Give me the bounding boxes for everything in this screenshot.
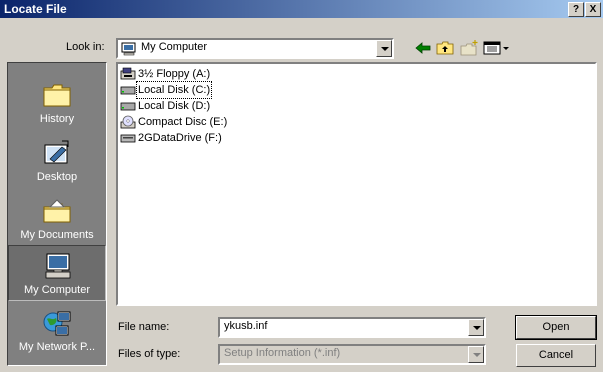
help-button[interactable]: ? xyxy=(568,2,584,17)
look-in-label-text: Look in: xyxy=(66,41,105,53)
open-button[interactable]: Open xyxy=(515,315,597,340)
my-documents-icon xyxy=(43,199,71,223)
cancel-button[interactable]: Cancel xyxy=(516,344,596,367)
place-my-network-label: My Network P... xyxy=(18,341,96,353)
place-my-computer-label: My Computer xyxy=(23,284,91,296)
file-type-label: Files of type: xyxy=(118,348,181,360)
file-list[interactable]: 3½ Floppy (A:) Local Disk (C:) Local Dis… xyxy=(116,62,597,306)
look-in-dropdown[interactable]: My Computer xyxy=(116,38,394,59)
place-my-network[interactable]: My Network P... xyxy=(8,303,106,361)
hard-disk-icon xyxy=(120,86,136,95)
history-folder-icon xyxy=(43,84,71,107)
desktop-icon xyxy=(44,140,69,164)
file-name-label: File name: xyxy=(118,321,170,333)
places-bar: History Desktop My Documents My Computer… xyxy=(7,62,107,366)
file-name-dropdown-arrow[interactable] xyxy=(468,319,484,336)
look-in-value: My Computer xyxy=(141,41,208,53)
removable-drive-icon xyxy=(120,134,136,143)
file-type-dropdown[interactable]: Setup Information (*.inf) xyxy=(218,344,486,365)
look-in-dropdown-arrow[interactable] xyxy=(376,40,392,57)
place-desktop-label: Desktop xyxy=(36,171,78,183)
view-menu-icon[interactable] xyxy=(482,39,512,57)
network-places-icon xyxy=(43,311,71,336)
place-history[interactable]: History xyxy=(8,75,106,133)
place-history-label: History xyxy=(39,113,75,125)
back-arrow-icon[interactable] xyxy=(412,39,434,57)
cd-drive-icon xyxy=(120,115,136,129)
list-item-label: Local Disk (C:) xyxy=(135,81,213,99)
hard-disk-icon xyxy=(120,102,136,111)
list-item-label: 2GDataDrive (F:) xyxy=(138,132,222,144)
close-button[interactable]: X xyxy=(585,2,601,17)
locate-file-dialog: Locate File ? X Look in: My Computer His… xyxy=(0,0,603,372)
my-computer-icon xyxy=(45,253,71,279)
file-name-value[interactable]: ykusb.inf xyxy=(224,320,267,332)
file-type-dropdown-arrow[interactable] xyxy=(468,346,484,363)
place-my-documents-label: My Documents xyxy=(20,229,94,241)
dialog-title: Locate File xyxy=(4,2,67,16)
list-item-label: Compact Disc (E:) xyxy=(138,116,228,128)
my-computer-small-icon xyxy=(121,42,136,56)
place-desktop[interactable]: Desktop xyxy=(8,133,106,191)
look-in-label: Look in: xyxy=(66,41,105,53)
list-item-label: 3½ Floppy (A:) xyxy=(138,68,211,80)
file-type-value: Setup Information (*.inf) xyxy=(224,347,341,359)
new-folder-icon[interactable] xyxy=(458,39,480,57)
floppy-drive-icon xyxy=(120,67,136,80)
place-my-computer[interactable]: My Computer xyxy=(8,245,106,301)
list-item-label: Local Disk (D:) xyxy=(138,100,211,112)
file-name-combo[interactable]: ykusb.inf xyxy=(218,317,486,338)
place-my-documents[interactable]: My Documents xyxy=(8,191,106,249)
up-one-level-icon[interactable] xyxy=(434,39,456,57)
title-bar[interactable]: Locate File ? X xyxy=(0,0,603,18)
